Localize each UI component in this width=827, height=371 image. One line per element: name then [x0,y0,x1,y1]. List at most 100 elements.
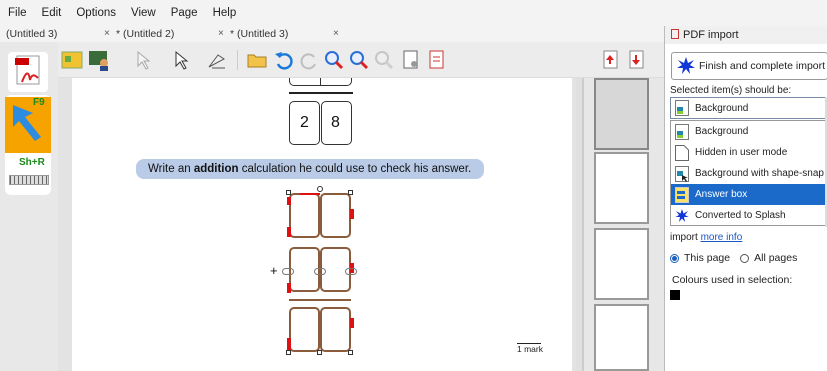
page-thumbnail[interactable] [594,152,649,224]
answer-box[interactable] [289,193,320,238]
blank-page-icon [675,144,689,161]
menu-view[interactable]: View [131,7,156,19]
line-separator [289,92,353,94]
radio-all-pages-label[interactable]: All pages [754,252,797,264]
option-answer-box[interactable]: Answer box [671,184,827,205]
tab-close-icon[interactable]: × [218,26,224,42]
zoom-in-icon[interactable] [323,49,345,71]
teacher-icon[interactable] [88,49,110,71]
tab-untitled-3[interactable]: (Untitled 3) [6,26,57,42]
answer-box[interactable] [320,193,351,238]
shr-shortcut-label: Sh+R [19,157,45,168]
option-label: Background with shape-snap [695,168,824,179]
move-handle[interactable] [314,268,326,275]
selection-handle[interactable] [287,338,291,350]
select-arrow-icon[interactable] [133,49,155,71]
answer-box[interactable] [320,307,351,352]
pdf-import-panel: PDF import Finish and complete import Se… [664,26,827,371]
zoom-out-icon[interactable] [348,49,370,71]
mark-text: 1 mark [517,344,543,354]
background-icon [675,123,689,140]
digit-two: 2 [300,114,309,131]
option-background[interactable]: Background [671,121,827,142]
radio-this-page-label[interactable]: This page [684,252,730,264]
answer-line [289,299,351,301]
selected-items-label: Selected item(s) should be: [670,85,792,96]
move-handle[interactable] [282,268,294,275]
pdf-tool-button[interactable] [8,52,48,92]
option-splash[interactable]: Converted to Splash [671,205,827,226]
radio-this-page[interactable] [670,253,679,263]
page-down-icon[interactable] [626,49,648,71]
selection-handle[interactable] [300,193,320,195]
undo-icon[interactable] [273,49,295,71]
tab-close-icon[interactable]: × [104,26,110,42]
menu-help[interactable]: Help [213,7,237,19]
page-thumbnails [576,78,664,371]
answer-box[interactable] [289,307,320,352]
ruler-icon [9,175,49,185]
option-shape-snap[interactable]: Background with shape-snap [671,163,827,184]
top-box-divider [320,78,321,86]
zoom-fit-icon[interactable] [373,49,395,71]
option-label: Hidden in user mode [695,147,788,158]
radio-all-pages[interactable] [740,253,750,263]
selection-handle[interactable] [287,197,291,205]
instruction-banner: Write an addition calculation he could u… [136,159,484,179]
splash-icon [675,208,689,224]
dropdown-list: Background Hidden in user mode Backgroun… [670,120,827,226]
page-settings-icon[interactable] [400,49,422,71]
selected-type-dropdown[interactable]: Background [670,97,827,119]
left-tool-panel: F9 Sh+R [0,42,58,371]
shape-snap-icon [675,165,689,182]
selection-handle[interactable] [287,227,291,237]
option-hidden[interactable]: Hidden in user mode [671,142,827,163]
panel-title-text: PDF import [683,29,739,41]
selection-handle[interactable] [350,209,354,219]
pointer-icon[interactable] [171,49,193,71]
thumb-scrollbar[interactable] [576,78,583,371]
pdf-icon [15,55,40,85]
resize-handle[interactable] [286,350,291,355]
page-thumbnail[interactable] [594,228,649,300]
draw-icon[interactable] [206,49,228,71]
page-thumbnail[interactable] [594,78,649,150]
finish-import-button[interactable]: Finish and complete import [671,52,827,80]
menu-page[interactable]: Page [171,7,198,19]
menu-edit[interactable]: Edit [42,7,62,19]
digit-eight: 8 [331,114,340,131]
option-label: Converted to Splash [695,210,786,221]
resize-handle[interactable] [317,186,323,192]
pdf-small-icon [671,29,679,39]
option-label: Background [695,126,749,137]
option-label: Answer box [695,189,748,200]
move-handle[interactable] [345,268,357,275]
colour-swatch-black[interactable] [670,290,680,300]
colours-label: Colours used in selection: [672,274,793,286]
tab-untitled-3b[interactable]: * (Untitled 3) [230,26,288,42]
resize-handle[interactable] [348,190,353,195]
resize-handle[interactable] [286,190,291,195]
page-thumbnail[interactable] [594,304,649,371]
f9-shortcut-label: F9 [33,97,45,108]
toolbar [58,42,664,78]
select-tool-button[interactable]: F9 Sh+R [5,95,51,195]
tab-untitled-2[interactable]: * (Untitled 2) [116,26,174,42]
resize-handle[interactable] [348,350,353,355]
resize-handle[interactable] [317,350,322,355]
instruction-bold: addition [193,163,239,175]
selection-handle[interactable] [350,318,354,328]
redo-icon[interactable] [298,49,320,71]
more-info-link[interactable]: more info [701,232,743,243]
menu-file[interactable]: File [8,7,27,19]
image-tool-icon[interactable] [61,49,83,71]
menu-options[interactable]: Options [76,7,116,19]
page-scope-radios: This page All pages [670,252,797,264]
tab-close-icon[interactable]: × [333,26,339,42]
page-up-icon[interactable] [600,49,622,71]
open-folder-icon[interactable] [246,49,268,71]
page-red-icon[interactable] [426,49,448,71]
panel-title: PDF import [665,26,827,44]
finish-button-label: Finish and complete import [699,60,826,72]
selection-handle[interactable] [287,283,291,293]
